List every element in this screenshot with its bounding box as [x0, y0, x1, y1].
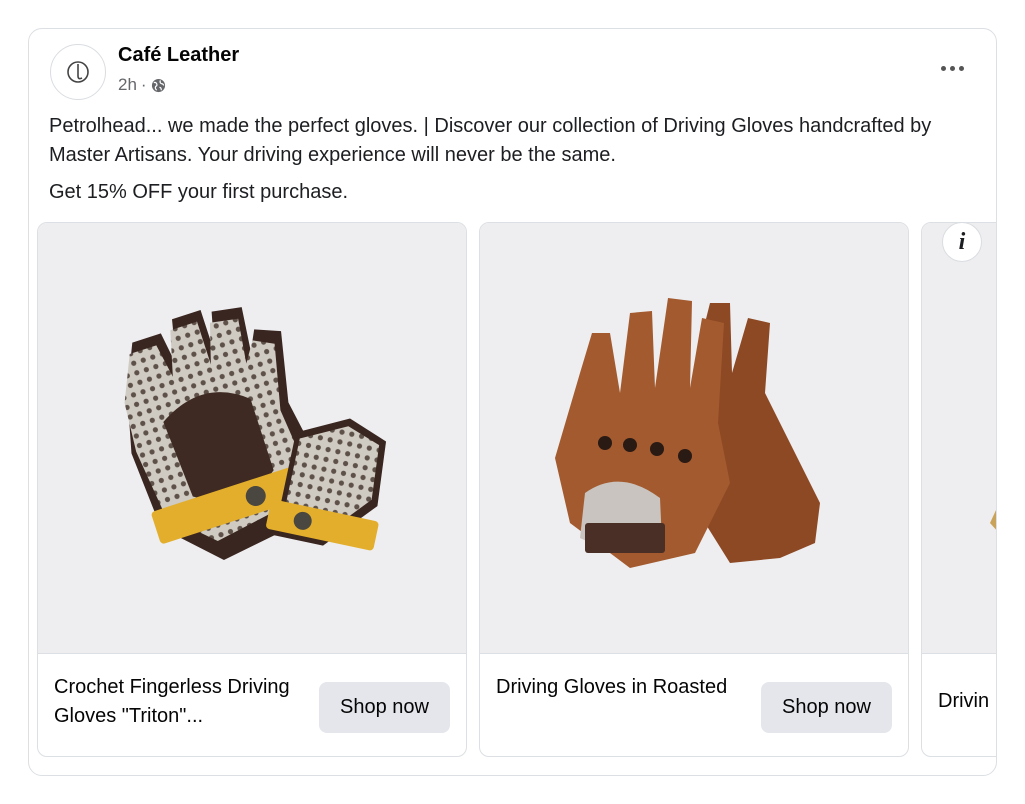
more-options-button[interactable] [934, 56, 970, 80]
carousel-card[interactable]: Drivin [921, 222, 996, 757]
post-offer-text: Get 15% OFF your first purchase. [49, 181, 348, 203]
product-title[interactable]: Drivin [938, 687, 996, 716]
page-name[interactable]: Café Leather [118, 44, 239, 67]
globe-icon [151, 78, 165, 92]
more-horizontal-icon [940, 65, 946, 71]
product-image-driving-gloves[interactable] [480, 223, 908, 653]
product-carousel[interactable]: Crochet Fingerless Driving Gloves "Trito… [37, 222, 996, 758]
post-time[interactable]: 2h [118, 75, 137, 95]
post-meta: 2h · [118, 75, 166, 95]
carousel-card-footer: Crochet Fingerless Driving Gloves "Trito… [38, 653, 466, 756]
product-title[interactable]: Driving Gloves in Roasted [496, 673, 741, 702]
shop-now-button[interactable]: Shop now [761, 682, 892, 733]
info-icon[interactable]: i [942, 222, 982, 262]
meta-separator: · [140, 75, 147, 94]
post-card: Café Leather 2h · Petrolhead... we made … [28, 28, 997, 776]
carousel-card[interactable]: Driving Gloves in Roasted Shop now [479, 222, 909, 757]
carousel-card-footer: Driving Gloves in Roasted Shop now [480, 653, 908, 756]
page-avatar[interactable] [50, 44, 106, 100]
post-body-text: Petrolhead... we made the perfect gloves… [49, 115, 932, 166]
product-image-crochet-gloves[interactable] [38, 223, 466, 653]
product-image-partial[interactable] [922, 223, 996, 653]
logo-c-icon [67, 61, 89, 83]
shop-now-button[interactable]: Shop now [319, 682, 450, 733]
carousel-card[interactable]: Crochet Fingerless Driving Gloves "Trito… [37, 222, 467, 757]
product-title[interactable]: Crochet Fingerless Driving Gloves "Trito… [54, 673, 299, 731]
carousel-card-footer: Drivin [922, 653, 996, 756]
